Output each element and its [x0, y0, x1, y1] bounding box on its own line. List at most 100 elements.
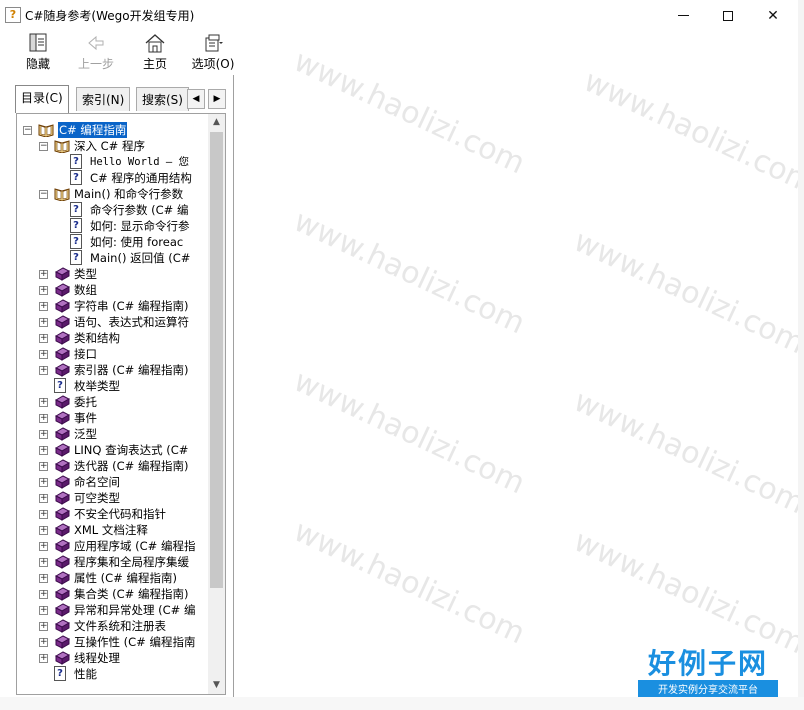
closed-book-icon	[54, 267, 70, 281]
expand-toggle-icon[interactable]: +	[39, 270, 48, 279]
expand-toggle-icon[interactable]: +	[39, 430, 48, 439]
open-book-icon	[54, 140, 70, 153]
expand-toggle-icon[interactable]: +	[39, 622, 48, 631]
collapse-toggle-icon[interactable]: −	[39, 190, 48, 199]
tree-node[interactable]: + 应用程序域 (C# 编程指	[17, 538, 203, 554]
expand-toggle-icon[interactable]: +	[39, 638, 48, 647]
maximize-button[interactable]	[705, 0, 751, 31]
tree-node[interactable]: + 事件	[17, 410, 203, 426]
help-page-icon: ?	[70, 202, 82, 217]
expand-toggle-icon[interactable]: +	[39, 494, 48, 503]
hide-button[interactable]: 隐藏	[16, 33, 60, 73]
tree-node[interactable]: + 集合类 (C# 编程指南)	[17, 586, 203, 602]
expand-toggle-icon[interactable]: +	[39, 510, 48, 519]
tree-node[interactable]: + 文件系统和注册表	[17, 618, 203, 634]
chevron-down-icon: ▼	[213, 680, 220, 690]
expand-toggle-icon[interactable]: +	[39, 574, 48, 583]
tree-node[interactable]: + 委托	[17, 394, 203, 410]
expand-toggle-icon[interactable]: +	[39, 398, 48, 407]
expand-toggle-icon[interactable]: +	[39, 318, 48, 327]
tab-index[interactable]: 索引(N)	[76, 87, 131, 111]
open-book-icon	[54, 188, 70, 201]
tree-node-label: 事件	[74, 411, 97, 425]
expand-toggle-icon[interactable]: +	[39, 462, 48, 471]
tree-node[interactable]: + XML 文档注释	[17, 522, 203, 538]
scrollbar-thumb[interactable]	[210, 132, 223, 588]
expand-toggle-icon[interactable]: +	[39, 286, 48, 295]
tree-node[interactable]: + 索引器 (C# 编程指南)	[17, 362, 203, 378]
tree-node[interactable]: + 互操作性 (C# 编程指南	[17, 634, 203, 650]
expand-toggle-icon[interactable]: +	[39, 654, 48, 663]
watermark-text: www.haolizi.com	[568, 383, 804, 522]
expand-toggle-icon[interactable]: +	[39, 366, 48, 375]
tree-node[interactable]: + 语句、表达式和运算符	[17, 314, 203, 330]
background-window-edge	[798, 0, 804, 710]
tab-scroll-left-button[interactable]: ◀	[187, 89, 205, 109]
closed-book-icon	[54, 571, 70, 585]
tree-node[interactable]: + LINQ 查询表达式 (C#	[17, 442, 203, 458]
tree-node[interactable]: + 不安全代码和指针	[17, 506, 203, 522]
tree-node[interactable]: + 命名空间	[17, 474, 203, 490]
scroll-down-button[interactable]: ▼	[208, 677, 225, 694]
tree-node[interactable]: + 类和结构	[17, 330, 203, 346]
tree-node[interactable]: + 迭代器 (C# 编程指南)	[17, 458, 203, 474]
expand-toggle-icon[interactable]: +	[39, 414, 48, 423]
expand-toggle-icon[interactable]: +	[39, 302, 48, 311]
expand-toggle-icon[interactable]: +	[39, 478, 48, 487]
expand-toggle-icon[interactable]: +	[39, 606, 48, 615]
scroll-up-button[interactable]: ▲	[208, 114, 225, 131]
minimize-button[interactable]	[660, 0, 706, 31]
tab-scroll-right-button[interactable]: ▶	[208, 89, 226, 109]
expand-toggle-icon[interactable]: +	[39, 558, 48, 567]
tree-node[interactable]: + 程序集和全局程序集缓	[17, 554, 203, 570]
tree-node[interactable]: − 深入 C# 程序	[17, 138, 203, 154]
expand-toggle-icon[interactable]: +	[39, 334, 48, 343]
brand-slogan: 开发实例分享交流平台	[638, 680, 778, 697]
collapse-toggle-icon[interactable]: −	[39, 142, 48, 151]
tree-node[interactable]: + 属性 (C# 编程指南)	[17, 570, 203, 586]
tree-node[interactable]: + 字符串 (C# 编程指南)	[17, 298, 203, 314]
tree-node[interactable]: ? Hello World — 您	[17, 154, 203, 170]
tree-node[interactable]: + 可空类型	[17, 490, 203, 506]
tree-node-label: 文件系统和注册表	[74, 619, 166, 633]
tree-node[interactable]: − C# 编程指南	[17, 122, 203, 138]
tree-node[interactable]: + 类型	[17, 266, 203, 282]
tree-node[interactable]: ? C# 程序的通用结构	[17, 170, 203, 186]
expand-toggle-icon[interactable]: +	[39, 446, 48, 455]
back-button[interactable]: 上一步	[74, 33, 118, 73]
tree-node-label: Main() 和命令行参数	[74, 187, 184, 201]
tree-scrollbar[interactable]: ▲ ▼	[208, 114, 225, 694]
expand-toggle-icon[interactable]: +	[39, 542, 48, 551]
tree-node[interactable]: ? 命令行参数 (C# 编	[17, 202, 203, 218]
tree-node[interactable]: ? Main() 返回值 (C#	[17, 250, 203, 266]
close-button[interactable]: ✕	[750, 0, 796, 31]
closed-book-icon	[54, 539, 70, 553]
tab-contents[interactable]: 目录(C)	[15, 85, 69, 113]
tree-node-label: C# 编程指南	[58, 122, 128, 138]
expand-toggle-icon[interactable]: +	[39, 590, 48, 599]
tree-node[interactable]: ? 枚举类型	[17, 378, 203, 394]
tree-node[interactable]: + 数组	[17, 282, 203, 298]
tree-node[interactable]: + 接口	[17, 346, 203, 362]
tree-node[interactable]: + 线程处理	[17, 650, 203, 666]
tree-node[interactable]: ? 性能	[17, 666, 203, 682]
tree-node[interactable]: ? 如何: 使用 foreac	[17, 234, 203, 250]
home-button[interactable]: 主页	[133, 33, 177, 73]
tree-node-label: LINQ 查询表达式 (C#	[74, 443, 189, 457]
tab-search[interactable]: 搜索(S)	[136, 87, 189, 111]
tree-node-label: 枚举类型	[74, 379, 120, 393]
expand-toggle-icon[interactable]: +	[39, 350, 48, 359]
tree-node[interactable]: + 异常和异常处理 (C# 编	[17, 602, 203, 618]
tree-node-label: 泛型	[74, 427, 97, 441]
options-button[interactable]: 选项(O)	[191, 33, 235, 73]
expand-toggle-icon[interactable]: +	[39, 526, 48, 535]
tree-node[interactable]: + 泛型	[17, 426, 203, 442]
help-page-icon: ?	[70, 170, 82, 185]
collapse-toggle-icon[interactable]: −	[23, 126, 32, 135]
tree-node[interactable]: ? 如何: 显示命令行参	[17, 218, 203, 234]
closed-book-icon	[54, 459, 70, 473]
topic-content-pane[interactable]: www.haolizi.com www.haolizi.com www.haol…	[233, 44, 804, 697]
tree-node[interactable]: − Main() 和命令行参数	[17, 186, 203, 202]
background-window-bottom	[0, 697, 804, 710]
closed-book-icon	[54, 635, 70, 649]
